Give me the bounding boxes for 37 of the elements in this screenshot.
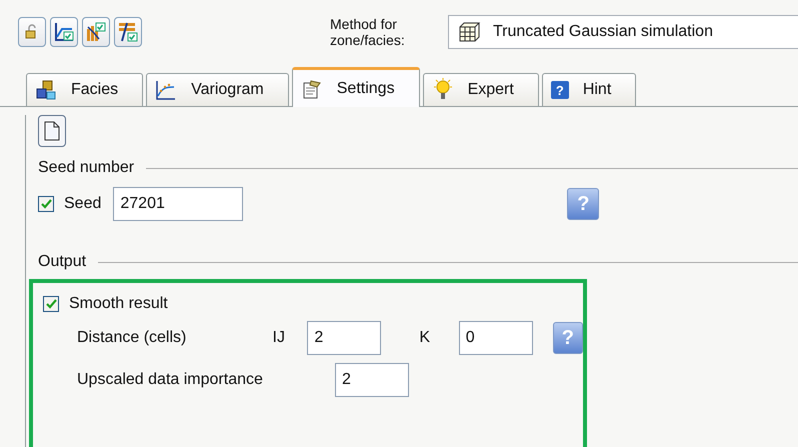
upscaled-label: Upscaled data importance	[77, 371, 264, 389]
method-label: zone/facies:	[330, 32, 406, 48]
toolbar-button[interactable]	[50, 17, 78, 47]
cubes-icon	[35, 79, 57, 101]
method-label: Method for	[330, 16, 398, 32]
section-title: Output	[38, 253, 86, 271]
upscaled-field[interactable]: 2	[335, 363, 409, 397]
lightbulb-icon	[432, 78, 454, 102]
k-label: K	[419, 329, 431, 347]
seed-checkbox[interactable]	[38, 196, 54, 212]
document-icon	[300, 78, 323, 100]
k-field[interactable]: 0	[458, 321, 533, 355]
section-title: Seed number	[38, 159, 134, 177]
grid-cube-icon	[459, 22, 481, 42]
bar-chart-check-icon	[85, 21, 107, 43]
help-badge: ?	[550, 81, 569, 99]
lock-button[interactable]	[18, 17, 46, 47]
method-dropdown[interactable]: Truncated Gaussian simulation	[448, 15, 798, 49]
toolbar-button[interactable]	[114, 17, 142, 47]
tab[interactable]: Expert	[422, 73, 539, 106]
new-document-button[interactable]	[38, 115, 66, 147]
chart-check-icon	[53, 21, 75, 43]
tab[interactable]: ? Hint	[542, 73, 636, 106]
seed-label: Seed	[64, 195, 102, 213]
chart-icon	[155, 79, 178, 101]
distance-label: Distance (cells)	[77, 329, 188, 347]
layers-check-icon	[117, 21, 139, 43]
tab[interactable]: Settings	[292, 67, 420, 107]
smooth-label: Smooth result	[69, 295, 168, 313]
ij-field[interactable]: 2	[307, 321, 382, 355]
tab[interactable]: Facies	[26, 73, 144, 106]
ij-label: IJ	[272, 329, 286, 347]
toolbar-button[interactable]	[82, 17, 110, 47]
smooth-checkbox[interactable]	[43, 296, 59, 312]
tab[interactable]: Variogram	[146, 73, 289, 106]
blank-page-icon	[44, 121, 60, 141]
seed-field[interactable]: 27201	[113, 187, 244, 221]
